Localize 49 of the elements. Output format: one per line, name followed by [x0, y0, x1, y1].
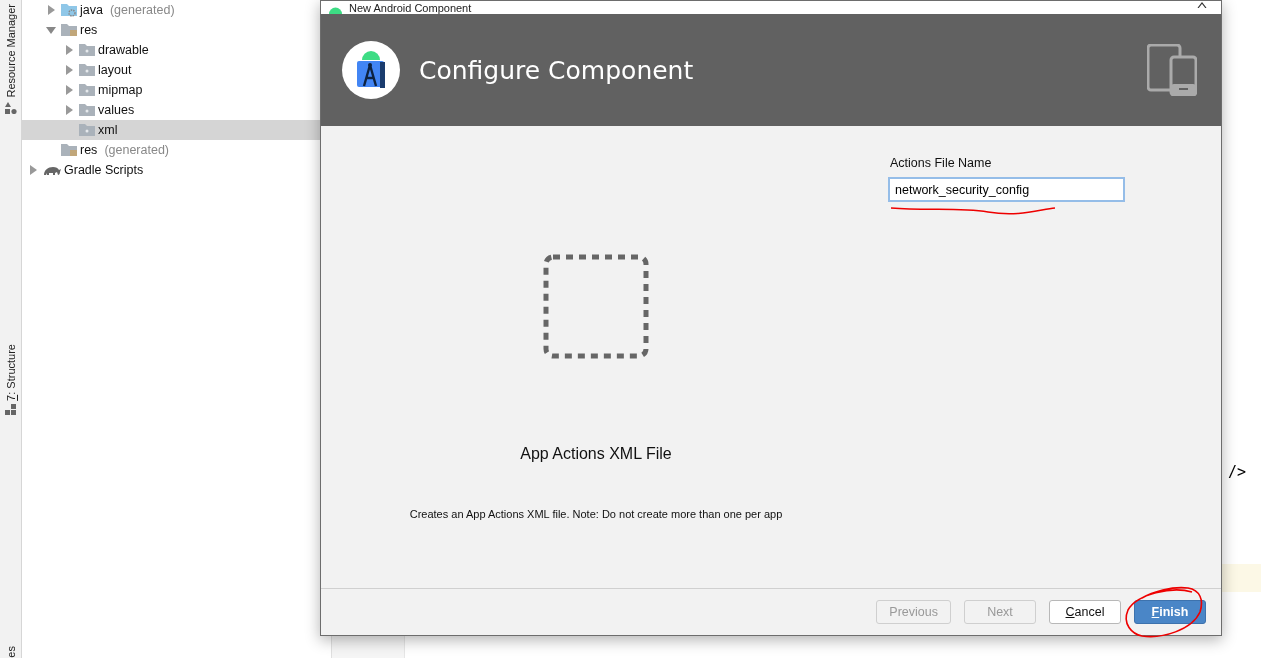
dialog-button[interactable]: Finish: [1134, 600, 1206, 624]
file-name-field[interactable]: network_security_config: [888, 177, 1125, 202]
dialog-button[interactable]: Cancel: [1049, 600, 1121, 624]
expand-arrow-icon: [28, 165, 38, 175]
code-text: />: [1227, 463, 1248, 483]
tool-window-button[interactable]: es: [4, 646, 17, 658]
android-icon: [328, 5, 343, 14]
resource-folder-icon: [61, 143, 77, 157]
close-icon: [1197, 2, 1207, 8]
folder-icon: [79, 63, 95, 77]
tree-item-label: xml: [98, 123, 118, 137]
tree-item-label: java: [80, 3, 103, 17]
tree-item-label: res: [80, 23, 98, 37]
tree-item-suffix: (generated): [104, 143, 169, 157]
shapes-icon: [4, 101, 17, 114]
tree-item[interactable]: values: [22, 100, 331, 120]
devices-icon: [1147, 44, 1197, 96]
tree-item-label: mipmap: [98, 83, 143, 97]
tree-item-label: res: [80, 143, 98, 157]
tree-item[interactable]: mipmap: [22, 80, 331, 100]
folder-icon: [79, 103, 95, 117]
tree-item[interactable]: drawable: [22, 40, 331, 60]
folder-icon: [79, 83, 95, 97]
template-title: App Actions XML File: [520, 445, 672, 463]
tree-item-label: Gradle Scripts: [64, 163, 144, 177]
folder-icon: [79, 43, 95, 57]
tree-item-label: values: [98, 103, 135, 117]
tree-item[interactable]: java (generated): [22, 0, 331, 20]
dialog-heading: Configure Component: [419, 55, 695, 85]
tree-item[interactable]: Gradle Scripts: [22, 160, 331, 180]
tree-item[interactable]: res: [22, 20, 331, 40]
tree-item[interactable]: layout: [22, 60, 331, 80]
resource-folder-icon: [61, 23, 77, 37]
tree-item[interactable]: res (generated): [22, 140, 331, 160]
field-label: Actions File Name: [890, 156, 993, 170]
tool-window-button[interactable]: 7: Structure: [4, 343, 17, 401]
structure-icon: [4, 404, 17, 417]
collapse-arrow-icon: [46, 25, 56, 35]
folder-icon: [79, 123, 95, 137]
tree-item-label: drawable: [98, 43, 149, 57]
expand-arrow-icon: [46, 5, 56, 15]
window-title: New Android Component: [349, 2, 472, 14]
tree-item-label: layout: [98, 63, 132, 77]
template-description: Creates an App Actions XML file. Note: Do not create more than one per app: [409, 508, 783, 520]
tool-window-button[interactable]: Resource Manager: [4, 4, 17, 98]
empty-template-placeholder-icon: [543, 254, 649, 359]
tree-item-suffix: (generated): [109, 3, 175, 17]
folder-icon: [61, 3, 77, 17]
logo-icon: [342, 41, 400, 99]
